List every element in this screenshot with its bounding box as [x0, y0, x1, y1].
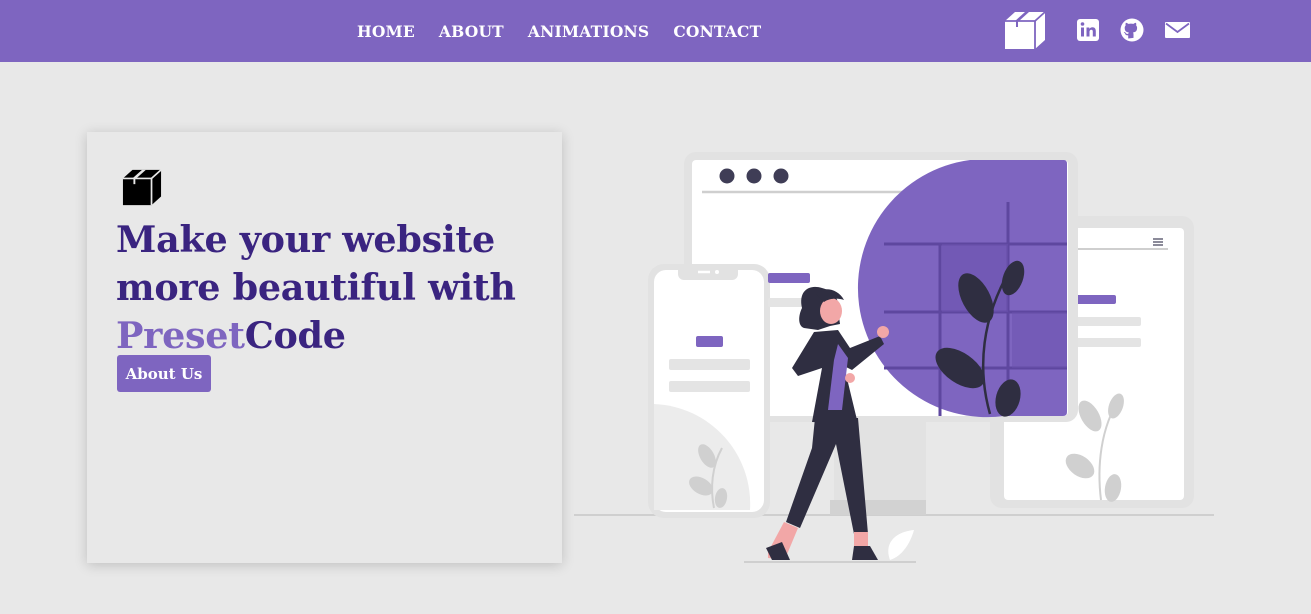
nav-contact-link[interactable]: CONTACT: [661, 22, 773, 41]
nav-animations-link[interactable]: ANIMATIONS: [516, 22, 661, 41]
nav-links: HOME ABOUT ANIMATIONS CONTACT: [345, 0, 773, 62]
headline-accent-word: Preset: [116, 314, 245, 357]
box-icon: [122, 169, 162, 206]
hero-card: Make your website more beautiful with Pr…: [87, 132, 562, 563]
nav-about-link[interactable]: ABOUT: [427, 22, 516, 41]
headline-line-2: more beautiful with: [116, 266, 516, 309]
box-icon[interactable]: [1003, 9, 1047, 51]
headline-end-word: Code: [244, 314, 346, 357]
headline-line-1: Make your website: [116, 218, 495, 261]
about-us-button[interactable]: About Us: [117, 355, 211, 392]
github-icon[interactable]: [1118, 16, 1146, 44]
mail-icon[interactable]: [1163, 16, 1192, 44]
hero-headline: Make your website more beautiful with Pr…: [116, 216, 556, 360]
top-navbar: HOME ABOUT ANIMATIONS CONTACT: [0, 0, 1311, 62]
nav-home-link[interactable]: HOME: [345, 22, 427, 41]
woman-presenting-website-illustration: [574, 152, 1214, 563]
linkedin-icon[interactable]: [1074, 16, 1102, 44]
